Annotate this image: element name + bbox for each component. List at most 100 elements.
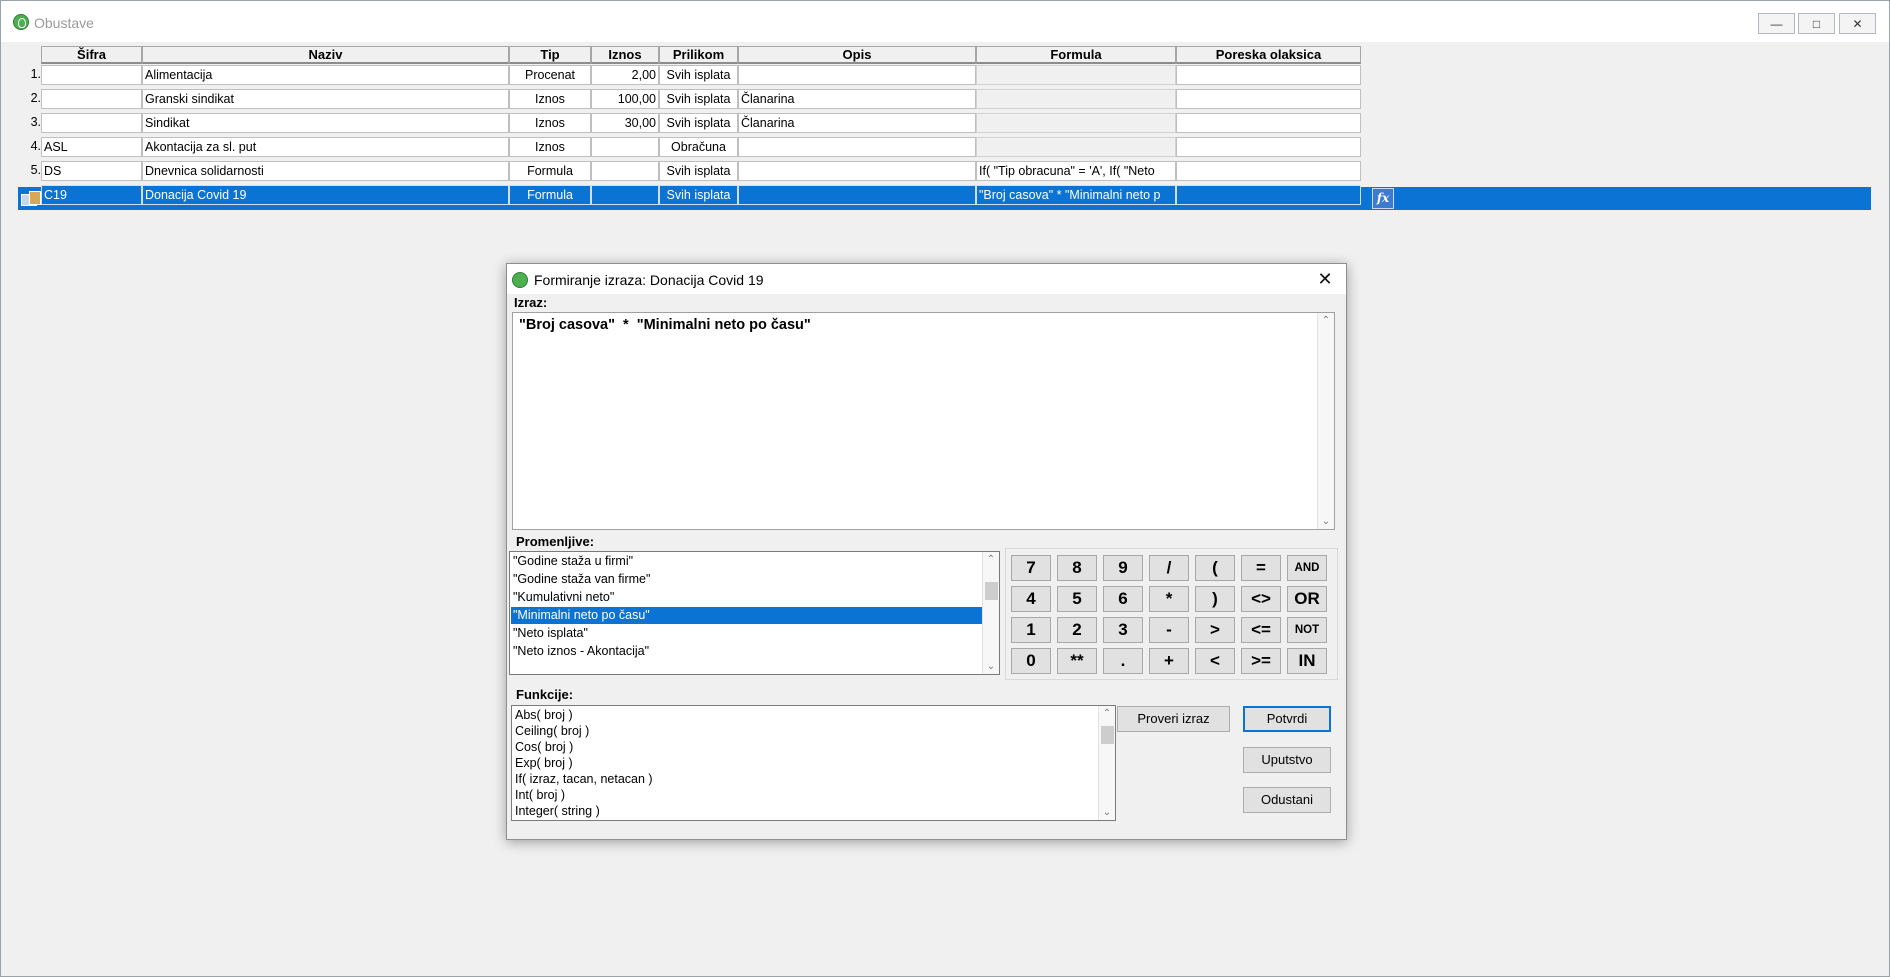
variable-item[interactable]: "Godine staža van firme" xyxy=(511,571,982,588)
cell-prilikom[interactable]: Obračuna xyxy=(659,137,738,157)
cell-opis[interactable] xyxy=(738,161,976,181)
variable-item[interactable]: "Kumulativni neto" xyxy=(511,589,982,606)
keypad-key[interactable]: * xyxy=(1149,586,1189,612)
function-item[interactable]: Integer( string ) xyxy=(515,803,600,819)
cell-tip[interactable]: Iznos xyxy=(509,137,591,157)
keypad-key[interactable]: 5 xyxy=(1057,586,1097,612)
cell-naziv[interactable]: Granski sindikat xyxy=(142,89,509,109)
keypad-key[interactable]: 0 xyxy=(1011,648,1051,674)
scroll-up-icon[interactable]: ⌃ xyxy=(1318,315,1334,326)
scroll-down-icon[interactable]: ⌄ xyxy=(1099,807,1115,818)
cell-naziv[interactable]: Akontacija za sl. put xyxy=(142,137,509,157)
cell-sifra[interactable]: DS xyxy=(41,161,142,181)
cancel-button[interactable]: Odustani xyxy=(1243,787,1331,813)
cell-sifra[interactable] xyxy=(41,65,142,85)
keypad-key[interactable]: 2 xyxy=(1057,617,1097,643)
keypad-key[interactable]: AND xyxy=(1287,555,1327,581)
cell-poreska-olaksica[interactable] xyxy=(1176,137,1361,157)
keypad-key[interactable]: + xyxy=(1149,648,1189,674)
function-item[interactable]: If( izraz, tacan, netacan ) xyxy=(515,771,653,787)
keypad-key[interactable]: = xyxy=(1241,555,1281,581)
cell-prilikom[interactable]: Svih isplata xyxy=(659,113,738,133)
column-header-naziv[interactable]: Naziv xyxy=(142,46,509,64)
cell-opis[interactable]: Članarina xyxy=(738,89,976,109)
scroll-down-icon[interactable]: ⌄ xyxy=(1318,516,1334,527)
keypad-key[interactable]: OR xyxy=(1287,586,1327,612)
cell-formula[interactable] xyxy=(976,113,1176,133)
cell-formula[interactable]: "Broj casova" * "Minimalni neto p xyxy=(976,185,1176,205)
keypad-key[interactable]: - xyxy=(1149,617,1189,643)
keypad-key[interactable]: <= xyxy=(1241,617,1281,643)
cell-iznos[interactable]: 2,00 xyxy=(591,65,659,85)
function-item[interactable]: Cos( broj ) xyxy=(515,739,573,755)
cell-formula[interactable]: If( "Tip obracuna" = 'A', If( "Neto xyxy=(976,161,1176,181)
scroll-up-icon[interactable]: ⌃ xyxy=(1099,708,1115,719)
cell-tip[interactable]: Formula xyxy=(509,161,591,181)
keypad-key[interactable]: < xyxy=(1195,648,1235,674)
scroll-down-icon[interactable]: ⌄ xyxy=(983,661,999,672)
column-header-sifra[interactable]: Šifra xyxy=(41,46,142,64)
keypad-key[interactable]: NOT xyxy=(1287,617,1327,643)
keypad-key[interactable]: 8 xyxy=(1057,555,1097,581)
expression-input[interactable]: "Broj casova" * "Minimalni neto po času"… xyxy=(512,312,1335,530)
keypad-key[interactable]: 1 xyxy=(1011,617,1051,643)
keypad-key[interactable]: 3 xyxy=(1103,617,1143,643)
keypad-key[interactable]: . xyxy=(1103,648,1143,674)
cell-poreska-olaksica[interactable] xyxy=(1176,89,1361,109)
keypad-key[interactable]: ** xyxy=(1057,648,1097,674)
cell-prilikom[interactable]: Svih isplata xyxy=(659,185,738,205)
close-window-button[interactable]: ✕ xyxy=(1839,13,1876,34)
function-item[interactable]: Ceiling( broj ) xyxy=(515,723,589,739)
cell-prilikom[interactable]: Svih isplata xyxy=(659,65,738,85)
cell-tip[interactable]: Iznos xyxy=(509,89,591,109)
cell-iznos[interactable] xyxy=(591,161,659,181)
scroll-thumb[interactable] xyxy=(1101,726,1114,744)
column-header-tip[interactable]: Tip xyxy=(509,46,591,64)
column-header-formula[interactable]: Formula xyxy=(976,46,1176,64)
cell-naziv[interactable]: Alimentacija xyxy=(142,65,509,85)
cell-formula[interactable] xyxy=(976,137,1176,157)
function-item[interactable]: Int( broj ) xyxy=(515,787,565,803)
cell-opis[interactable] xyxy=(738,185,976,205)
keypad-key[interactable]: 9 xyxy=(1103,555,1143,581)
cell-sifra[interactable] xyxy=(41,89,142,109)
function-item[interactable]: Abs( broj ) xyxy=(515,707,573,723)
keypad-key[interactable]: ( xyxy=(1195,555,1235,581)
variables-list[interactable]: "Neto iznos - Akontacija" "Neto isplata" "… xyxy=(509,551,1000,675)
keypad-key[interactable]: / xyxy=(1149,555,1189,581)
cell-sifra[interactable]: C19 xyxy=(41,185,142,205)
variable-item[interactable]: "Minimalni neto po času" xyxy=(511,607,982,624)
cell-tip[interactable]: Procenat xyxy=(509,65,591,85)
column-header-opis[interactable]: Opis xyxy=(738,46,976,64)
scroll-up-icon[interactable]: ⌃ xyxy=(983,554,999,565)
cell-iznos[interactable]: 100,00 xyxy=(591,89,659,109)
cell-poreska-olaksica[interactable] xyxy=(1176,113,1361,133)
maximize-button[interactable]: □ xyxy=(1798,13,1835,34)
variable-item[interactable]: "Neto iznos - Akontacija" xyxy=(511,643,982,660)
column-header-prilikom[interactable]: Prilikom xyxy=(659,46,738,64)
cell-tip[interactable]: Formula xyxy=(509,185,591,205)
keypad-key[interactable]: IN xyxy=(1287,648,1327,674)
scroll-thumb[interactable] xyxy=(985,582,998,600)
functions-list[interactable]: Integer( string ) Int( broj ) If( izraz, t… xyxy=(511,705,1116,821)
minimize-button[interactable]: — xyxy=(1758,13,1795,34)
cell-prilikom[interactable]: Svih isplata xyxy=(659,89,738,109)
cell-sifra[interactable] xyxy=(41,113,142,133)
cell-formula[interactable] xyxy=(976,65,1176,85)
keypad-key[interactable]: 6 xyxy=(1103,586,1143,612)
cell-tip[interactable]: Iznos xyxy=(509,113,591,133)
check-expression-button[interactable]: Proveri izraz xyxy=(1117,706,1230,732)
variable-item[interactable]: "Godine staža u firmi" xyxy=(511,553,982,570)
cell-naziv[interactable]: Sindikat xyxy=(142,113,509,133)
cell-prilikom[interactable]: Svih isplata xyxy=(659,161,738,181)
cell-naziv[interactable]: Dnevnica solidarnosti xyxy=(142,161,509,181)
cell-formula[interactable] xyxy=(976,89,1176,109)
keypad-key[interactable]: >= xyxy=(1241,648,1281,674)
cell-opis[interactable] xyxy=(738,65,976,85)
column-header-iznos[interactable]: Iznos xyxy=(591,46,659,64)
variables-scrollbar[interactable]: ⌃ ⌄ xyxy=(982,552,999,674)
keypad-key[interactable]: <> xyxy=(1241,586,1281,612)
cell-sifra[interactable]: ASL xyxy=(41,137,142,157)
cell-opis[interactable] xyxy=(738,137,976,157)
cell-opis[interactable]: Članarina xyxy=(738,113,976,133)
